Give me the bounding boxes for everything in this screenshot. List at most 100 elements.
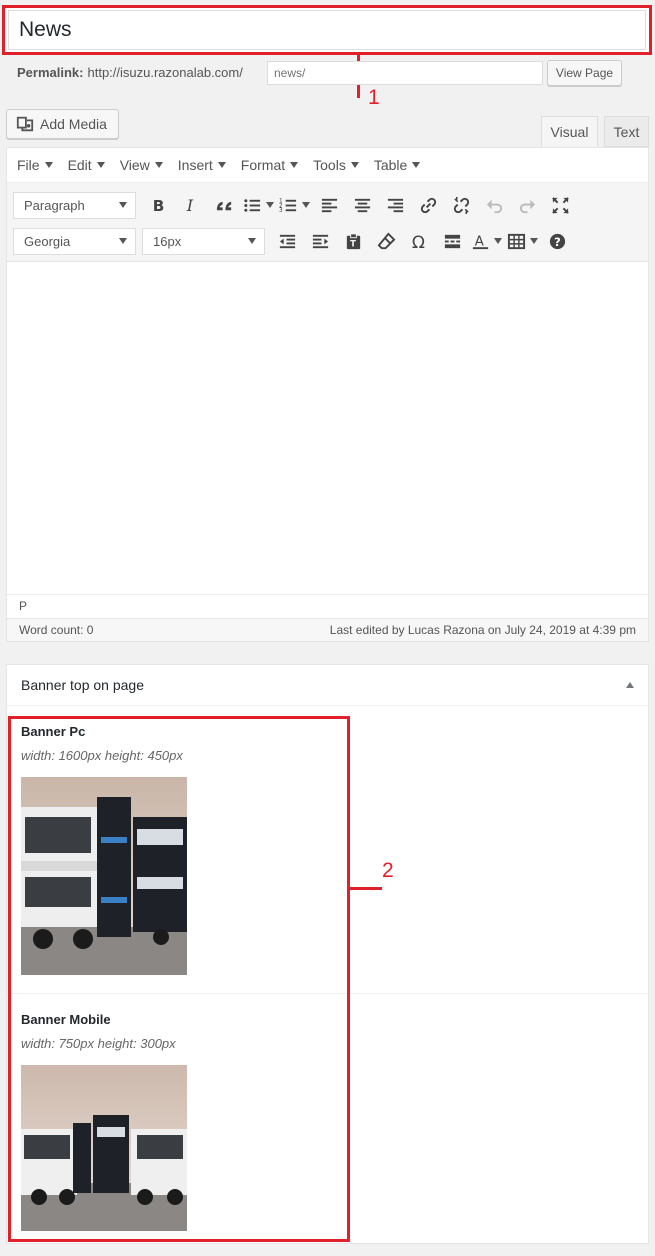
fullscreen-icon	[552, 196, 569, 214]
metabox-title: Banner top on page	[21, 677, 144, 693]
svg-text:I: I	[186, 196, 194, 215]
table-icon	[507, 233, 525, 249]
link-icon	[420, 197, 437, 213]
blockquote-button[interactable]	[208, 190, 241, 220]
view-page-button[interactable]: View Page	[547, 60, 622, 86]
font-size-select[interactable]: 16px	[142, 227, 265, 255]
editor-box: File Edit View Insert Format Tools Table…	[6, 147, 649, 642]
italic-button[interactable]: I	[175, 190, 208, 220]
post-title-input[interactable]	[8, 10, 646, 50]
annotation-line-2	[349, 887, 382, 890]
align-right-button[interactable]	[379, 190, 412, 220]
numbered-list-dropdown[interactable]	[299, 202, 313, 208]
caret-down-icon	[266, 202, 274, 208]
clear-formatting-button[interactable]	[370, 226, 403, 256]
permalink-row: Permalink: http://isuzu.razonalab.com/	[17, 65, 243, 80]
editor-toolbar: Paragraph B I 123 Georgia 16px T Ω A ?	[7, 183, 648, 263]
caret-down-icon	[248, 238, 256, 244]
read-more-button[interactable]	[436, 226, 469, 256]
text-color-button[interactable]: A	[469, 226, 491, 256]
media-icon	[16, 116, 34, 132]
element-path[interactable]: P	[7, 594, 648, 618]
caret-down-icon	[44, 162, 53, 168]
numbered-list-button[interactable]: 123	[277, 190, 299, 220]
bullet-list-dropdown[interactable]	[263, 202, 277, 208]
read-more-icon	[444, 234, 461, 248]
indent-button[interactable]	[304, 226, 337, 256]
editor-status-bar: Word count: 0 Last edited by Lucas Razon…	[7, 618, 648, 641]
menu-insert[interactable]: Insert	[178, 157, 226, 173]
menu-tools[interactable]: Tools	[313, 157, 359, 173]
indent-icon	[312, 234, 329, 248]
bullet-list-button[interactable]	[241, 190, 263, 220]
align-center-button[interactable]	[346, 190, 379, 220]
caret-down-icon	[119, 202, 127, 208]
redo-button[interactable]	[511, 190, 544, 220]
caret-down-icon	[530, 238, 538, 244]
clipboard-icon: T	[346, 232, 361, 249]
format-select[interactable]: Paragraph	[13, 191, 136, 219]
caret-down-icon	[494, 238, 502, 244]
svg-text:T: T	[350, 239, 356, 249]
align-right-icon	[387, 198, 404, 212]
paste-text-button[interactable]: T	[337, 226, 370, 256]
metabox-header[interactable]: Banner top on page	[7, 665, 648, 706]
remove-link-button[interactable]	[445, 190, 478, 220]
text-color-dropdown[interactable]	[491, 238, 505, 244]
add-media-label: Add Media	[40, 116, 107, 132]
bold-icon: B	[153, 197, 165, 215]
text-color-icon: A	[472, 234, 488, 249]
align-left-button[interactable]	[313, 190, 346, 220]
annotation-number-1: 1	[368, 86, 380, 109]
menu-edit[interactable]: Edit	[68, 157, 105, 173]
editor-menubar: File Edit View Insert Format Tools Table	[7, 148, 648, 183]
add-media-button[interactable]: Add Media	[6, 109, 119, 139]
annotation-box-2	[8, 716, 350, 1242]
insert-link-button[interactable]	[412, 190, 445, 220]
caret-down-icon	[290, 162, 299, 168]
title-annotation-box	[2, 5, 652, 55]
menu-format[interactable]: Format	[241, 157, 299, 173]
bullet-list-icon	[243, 198, 260, 212]
table-dropdown[interactable]	[527, 238, 541, 244]
font-family-select[interactable]: Georgia	[13, 227, 136, 255]
outdent-button[interactable]	[271, 226, 304, 256]
caret-down-icon	[350, 162, 359, 168]
caret-down-icon	[96, 162, 105, 168]
svg-text:B: B	[153, 197, 165, 215]
numbered-list-icon: 123	[279, 198, 296, 214]
permalink-slug-input[interactable]	[267, 61, 543, 85]
menu-file[interactable]: File	[17, 157, 53, 173]
table-button[interactable]	[505, 226, 527, 256]
quote-icon	[216, 201, 232, 210]
undo-icon	[486, 199, 503, 213]
eraser-icon	[377, 231, 396, 249]
caret-down-icon	[412, 162, 421, 168]
editor-content-area[interactable]	[7, 261, 648, 594]
toolbar-row-2: Georgia 16px T Ω A ?	[13, 223, 642, 259]
fullscreen-button[interactable]	[544, 190, 577, 220]
undo-button[interactable]	[478, 190, 511, 220]
svg-text:?: ?	[554, 234, 561, 248]
toolbar-row-1: Paragraph B I 123	[13, 187, 642, 223]
bold-button[interactable]: B	[142, 190, 175, 220]
menu-table[interactable]: Table	[374, 157, 421, 173]
tab-visual[interactable]: Visual	[541, 116, 598, 147]
svg-text:Ω: Ω	[412, 233, 425, 251]
italic-icon: I	[186, 196, 194, 215]
special-character-button[interactable]: Ω	[403, 226, 436, 256]
last-edited: Last edited by Lucas Razona on July 24, …	[329, 623, 636, 637]
caret-down-icon	[217, 162, 226, 168]
permalink-base-url: http://isuzu.razonalab.com/	[87, 65, 243, 80]
omega-icon: Ω	[412, 233, 425, 251]
svg-text:3: 3	[279, 208, 283, 214]
collapse-arrow-icon[interactable]	[626, 682, 634, 688]
align-left-icon	[321, 198, 338, 212]
svg-text:A: A	[474, 234, 483, 249]
menu-view[interactable]: View	[120, 157, 163, 173]
align-center-icon	[354, 198, 371, 212]
caret-down-icon	[154, 162, 163, 168]
caret-down-icon	[302, 202, 310, 208]
help-button[interactable]: ?	[541, 226, 574, 256]
tab-text[interactable]: Text	[604, 116, 649, 147]
